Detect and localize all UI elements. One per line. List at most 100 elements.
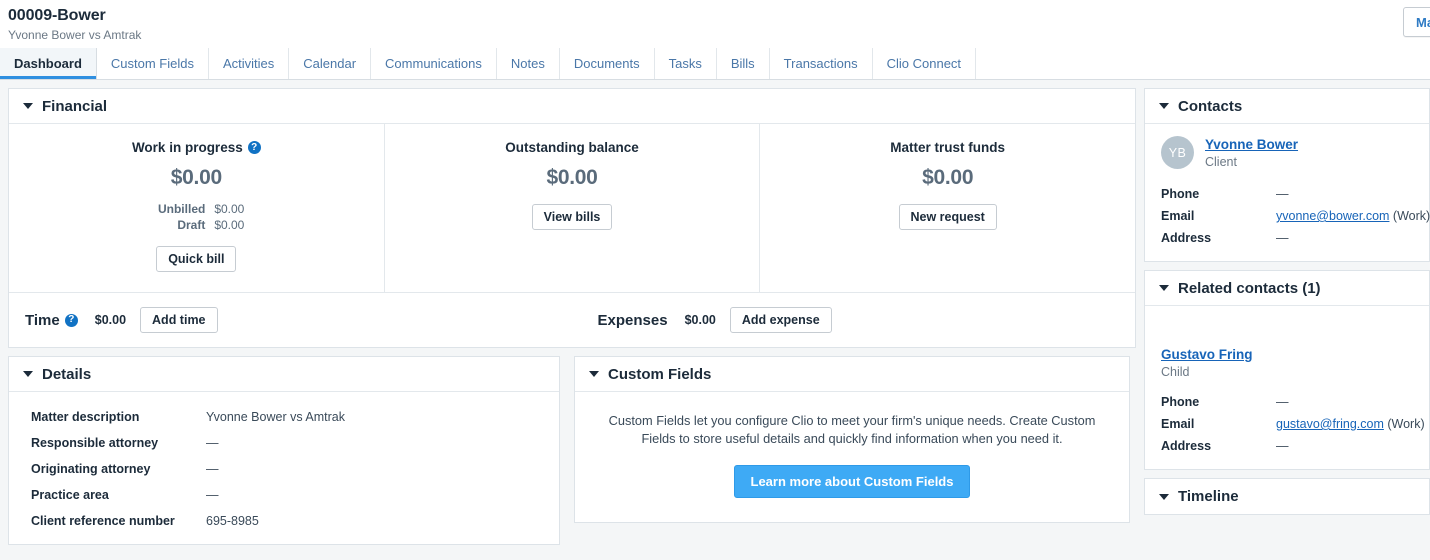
details-panel-title: Details: [42, 366, 91, 383]
contacts-panel-title: Contacts: [1178, 98, 1242, 115]
main-column: Financial Work in progress ? $0.00 Unbil…: [8, 88, 1136, 553]
collapse-caret-icon[interactable]: [1159, 494, 1169, 500]
contact-role: Client: [1205, 155, 1298, 169]
contact-email-row: Email yvonne@bower.com (Work): [1145, 205, 1429, 227]
time-label: Time ?: [25, 312, 78, 329]
financial-panel-header: Financial: [9, 89, 1135, 124]
tab-activities[interactable]: Activities: [209, 48, 289, 79]
related-contact-email-value: gustavo@fring.com (Work): [1276, 417, 1425, 431]
financial-summary-row: Work in progress ? $0.00 Unbilled $0.00 …: [9, 124, 1135, 292]
page-header: 00009-Bower Yvonne Bower vs Amtrak Make …: [0, 0, 1430, 48]
page-body: Financial Work in progress ? $0.00 Unbil…: [0, 80, 1430, 559]
related-contacts-panel: Related contacts (1) Gustavo Fring Child…: [1144, 270, 1430, 470]
tab-transactions[interactable]: Transactions: [770, 48, 873, 79]
collapse-caret-icon[interactable]: [23, 103, 33, 109]
custom-fields-panel-header: Custom Fields: [575, 357, 1129, 392]
detail-key: Practice area: [31, 488, 206, 502]
work-in-progress-label-text: Work in progress: [132, 140, 243, 155]
related-contact-email-suffix: (Work): [1384, 417, 1425, 431]
detail-row: Matter description Yvonne Bower vs Amtra…: [9, 404, 559, 430]
add-time-button[interactable]: Add time: [140, 307, 217, 333]
financial-panel: Financial Work in progress ? $0.00 Unbil…: [8, 88, 1136, 348]
detail-value: —: [206, 462, 219, 476]
related-contact-address-label: Address: [1161, 439, 1276, 453]
tab-clio-connect[interactable]: Clio Connect: [873, 48, 976, 79]
detail-key: Responsible attorney: [31, 436, 206, 450]
collapse-caret-icon[interactable]: [589, 371, 599, 377]
contact-identity: Yvonne Bower Client: [1205, 136, 1298, 169]
detail-key: Client reference number: [31, 514, 206, 528]
collapse-caret-icon[interactable]: [1159, 285, 1169, 291]
related-contacts-count: (1): [1302, 280, 1320, 297]
related-contacts-panel-header: Related contacts (1): [1145, 271, 1429, 306]
sidebar-column: Contacts YB Yvonne Bower Client Phone — …: [1144, 88, 1430, 523]
unbilled-value: $0.00: [214, 202, 268, 216]
unbilled-label: Unbilled: [124, 202, 214, 216]
detail-row: Practice area —: [9, 482, 559, 508]
related-contacts-title-text: Related contacts: [1178, 280, 1298, 297]
tab-notes[interactable]: Notes: [497, 48, 560, 79]
work-in-progress-breakdown: Unbilled $0.00 Draft $0.00: [19, 202, 374, 232]
work-in-progress-label: Work in progress ?: [132, 140, 261, 155]
collapse-caret-icon[interactable]: [1159, 103, 1169, 109]
tab-calendar[interactable]: Calendar: [289, 48, 371, 79]
tab-custom-fields[interactable]: Custom Fields: [97, 48, 209, 79]
matter-tabbar: Dashboard Custom Fields Activities Calen…: [0, 48, 1430, 80]
detail-value: —: [206, 436, 219, 450]
time-label-text: Time: [25, 312, 60, 329]
expenses-amount: $0.00: [685, 313, 716, 327]
related-contact-address-value: —: [1276, 439, 1289, 453]
contacts-body: YB Yvonne Bower Client Phone — Email yvo…: [1145, 124, 1429, 261]
details-panel: Details Matter description Yvonne Bower …: [8, 356, 560, 545]
outstanding-balance-label: Outstanding balance: [505, 140, 639, 155]
contact-email-value: yvonne@bower.com (Work): [1276, 209, 1430, 223]
related-contact-name-link[interactable]: Gustavo Fring: [1161, 346, 1413, 363]
detail-value: 695-8985: [206, 514, 259, 528]
time-amount: $0.00: [95, 313, 126, 327]
make-a-payment-button[interactable]: Make a payment: [1403, 7, 1430, 37]
related-contact-phone-row: Phone —: [1145, 391, 1429, 413]
avatar: YB: [1161, 136, 1194, 169]
contact-name-link[interactable]: Yvonne Bower: [1205, 136, 1298, 153]
related-contact-identity: Gustavo Fring Child: [1145, 318, 1429, 379]
draft-line: Draft $0.00: [124, 218, 268, 232]
add-expense-button[interactable]: Add expense: [730, 307, 832, 333]
expenses-group: Expenses $0.00 Add expense: [598, 307, 832, 333]
detail-value: —: [206, 488, 219, 502]
contact-email-link[interactable]: yvonne@bower.com: [1276, 209, 1389, 223]
work-in-progress-cell: Work in progress ? $0.00 Unbilled $0.00 …: [9, 124, 385, 292]
contact-email-label: Email: [1161, 209, 1276, 223]
tab-documents[interactable]: Documents: [560, 48, 655, 79]
quick-bill-button[interactable]: Quick bill: [156, 246, 236, 272]
custom-fields-body: Custom Fields let you configure Clio to …: [575, 392, 1129, 522]
financial-panel-title: Financial: [42, 98, 107, 115]
custom-fields-panel-title: Custom Fields: [608, 366, 711, 383]
tab-communications[interactable]: Communications: [371, 48, 497, 79]
contact-phone-label: Phone: [1161, 187, 1276, 201]
contact-address-row: Address —: [1145, 227, 1429, 249]
new-request-button[interactable]: New request: [899, 204, 997, 230]
detail-key: Matter description: [31, 410, 206, 424]
outstanding-balance-amount: $0.00: [395, 166, 750, 190]
view-bills-button[interactable]: View bills: [532, 204, 613, 230]
contacts-panel-header: Contacts: [1145, 89, 1429, 124]
expenses-label: Expenses: [598, 312, 668, 329]
custom-fields-panel: Custom Fields Custom Fields let you conf…: [574, 356, 1130, 523]
detail-row: Originating attorney —: [9, 456, 559, 482]
detail-row: Client reference number 695-8985: [9, 508, 559, 534]
help-icon[interactable]: ?: [65, 314, 78, 327]
related-contact-phone-label: Phone: [1161, 395, 1276, 409]
learn-more-about-custom-fields-button[interactable]: Learn more about Custom Fields: [734, 465, 971, 498]
related-contact-email-link[interactable]: gustavo@fring.com: [1276, 417, 1384, 431]
detail-value: Yvonne Bower vs Amtrak: [206, 410, 345, 424]
help-icon[interactable]: ?: [248, 141, 261, 154]
related-contacts-body: Gustavo Fring Child Phone — Email gustav…: [1145, 306, 1429, 469]
tab-dashboard[interactable]: Dashboard: [0, 48, 97, 79]
related-contact-email-label: Email: [1161, 417, 1276, 431]
tabbar-filler: [976, 48, 1430, 79]
tab-tasks[interactable]: Tasks: [655, 48, 717, 79]
collapse-caret-icon[interactable]: [23, 371, 33, 377]
time-group: Time ? $0.00 Add time: [25, 307, 218, 333]
matter-trust-funds-label: Matter trust funds: [890, 140, 1005, 155]
tab-bills[interactable]: Bills: [717, 48, 770, 79]
